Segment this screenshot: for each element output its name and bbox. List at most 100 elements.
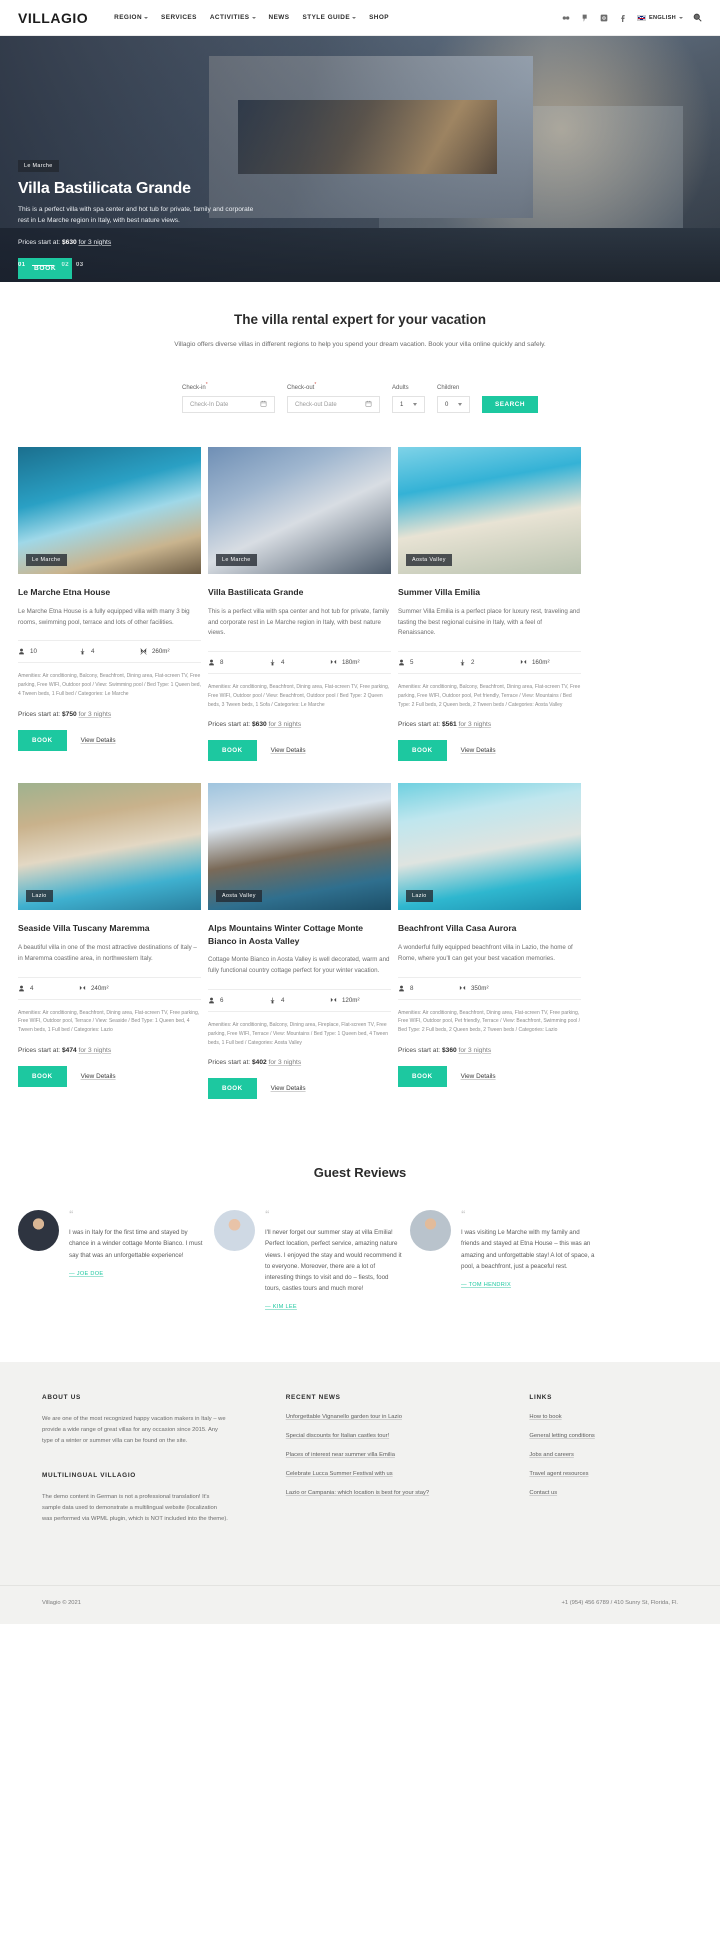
view-details-link[interactable]: View Details (81, 1073, 116, 1080)
hero-book-button[interactable]: BOOK (18, 257, 73, 279)
villa-actions: BOOK View Details (208, 1078, 391, 1100)
villa-card: Le Marche Le Marche Etna House Le Marche… (18, 447, 201, 751)
language-label: ENGLISH (649, 14, 676, 21)
view-details-link[interactable]: View Details (271, 747, 306, 754)
villa-description: Cottage Monte Bianco in Aosta Valley is … (208, 956, 390, 975)
checkin-input[interactable]: Check-In Date (182, 396, 275, 414)
footer-link[interactable]: How to book (529, 1414, 678, 1420)
nav-item-style-guide[interactable]: STYLE GUIDE (303, 14, 357, 21)
flickr-icon[interactable] (561, 13, 571, 23)
checkout-input[interactable]: Check-out Date (287, 396, 380, 414)
language-selector[interactable]: ENGLISH (637, 14, 683, 21)
book-button[interactable]: BOOK (208, 740, 257, 762)
villa-region-badge: Aosta Valley (406, 554, 452, 567)
footer-news-heading: RECENT NEWS (285, 1394, 341, 1402)
villa-image[interactable]: Le Marche (208, 447, 391, 575)
person-icon (209, 659, 214, 666)
villa-price: Prices start at: $360 for 3 nights (398, 1047, 581, 1054)
nav-item-services[interactable]: SERVICES (161, 14, 197, 21)
hero-slide-01[interactable]: 01 (18, 262, 25, 268)
nav-item-news[interactable]: NEWS (269, 14, 290, 21)
search-icon[interactable] (692, 13, 702, 23)
villa-image[interactable]: Lazio (18, 783, 201, 911)
villa-region-badge: Le Marche (26, 554, 67, 567)
villa-specs: 8 4 180m² (208, 651, 391, 675)
villa-description: Summer Villa Emilia is a perfect place f… (398, 607, 580, 637)
spec-area-value: 350m² (470, 984, 489, 992)
villa-listing: Le Marche Le Marche Etna House Le Marche… (0, 447, 720, 1140)
book-button[interactable]: BOOK (18, 729, 67, 751)
footer-bottom-bar: Villagio © 2021 +1 (954) 456 6789 / 410 … (0, 1584, 720, 1624)
spec-beds-value: 4 (280, 997, 285, 1005)
villa-title[interactable]: Seaside Villa Tuscany Maremma (18, 922, 201, 934)
hero-slide-02[interactable]: 02 (61, 262, 68, 268)
footer-link[interactable]: Travel agent resources (529, 1471, 678, 1477)
footer-news-link[interactable]: Places of interest near summer villa Emi… (286, 1452, 530, 1458)
villa-title[interactable]: Summer Villa Emilia (398, 586, 581, 598)
hero-price-value: $630 (61, 238, 77, 246)
villa-title[interactable]: Alps Mountains Winter Cottage Monte Bian… (208, 922, 391, 947)
adults-select[interactable]: 1 (392, 396, 425, 414)
footer-news-link[interactable]: Lazio or Campania: which location is bes… (286, 1490, 530, 1496)
footer-link[interactable]: Jobs and careers (529, 1452, 678, 1458)
review-author[interactable]: — KIM LEE (265, 1304, 402, 1310)
main-nav: REGION SERVICES ACTIVITIES NEWS STYLE GU… (114, 14, 389, 21)
view-details-link[interactable]: View Details (461, 747, 496, 754)
villa-amenities: Amenities: Air conditioning, Balcony, Be… (398, 684, 581, 708)
pinterest-icon[interactable] (580, 13, 590, 23)
hero-description: This is a perfect villa with spa center … (18, 206, 254, 224)
spec-beds-value: 4 (90, 648, 95, 656)
villa-price: Prices start at: $630 for 3 nights (208, 721, 391, 728)
price-prefix: Prices start at: (398, 721, 441, 729)
instagram-icon[interactable] (599, 13, 609, 23)
footer-news-link[interactable]: Unforgettable Vignanello garden tour in … (286, 1414, 530, 1420)
villa-image[interactable]: Aosta Valley (398, 447, 581, 575)
footer-news-link[interactable]: Celebrate Lucca Summer Festival with us (286, 1471, 530, 1477)
footer-links-column: LINKS How to book General letting condit… (529, 1394, 678, 1524)
checkout-group: Check-out* Check-out Date (287, 382, 380, 414)
footer-news-link[interactable]: Special discounts for Italian castles to… (286, 1433, 530, 1439)
price-suffix: for 3 nights (78, 1046, 112, 1054)
hero-price: Prices start at: $630 for 3 nights (18, 239, 318, 246)
villa-specs: 5 2 160m² (398, 651, 581, 675)
view-details-link[interactable]: View Details (271, 1085, 306, 1092)
price-prefix: Prices start at: (398, 1046, 441, 1054)
view-details-link[interactable]: View Details (81, 737, 116, 744)
footer-link[interactable]: Contact us (529, 1490, 678, 1496)
nav-item-shop[interactable]: SHOP (369, 14, 389, 21)
avatar (410, 1210, 451, 1252)
villa-title[interactable]: Beachfront Villa Casa Aurora (398, 922, 581, 934)
spec-guests: 4 (18, 985, 79, 992)
book-button[interactable]: BOOK (398, 1065, 447, 1087)
search-button[interactable]: SEARCH (482, 396, 538, 414)
villa-title[interactable]: Villa Bastilicata Grande (208, 586, 391, 598)
area-icon (520, 660, 527, 665)
villa-image[interactable]: Lazio (398, 783, 581, 911)
nav-item-activities[interactable]: ACTIVITIES (210, 14, 256, 21)
review-author[interactable]: — JOE DOE (69, 1271, 206, 1277)
view-details-link[interactable]: View Details (461, 1073, 496, 1080)
villa-amenities: Amenities: Air conditioning, Balcony, Di… (208, 1022, 389, 1046)
hero-slide-03[interactable]: 03 (76, 262, 83, 268)
reviews-row: “ I was in Italy for the first time and … (18, 1210, 702, 1310)
nav-item-region[interactable]: REGION (114, 14, 149, 21)
review-item: “ I was visiting Le Marche with my famil… (410, 1210, 598, 1310)
children-select[interactable]: 0 (437, 396, 470, 414)
book-button[interactable]: BOOK (208, 1078, 257, 1100)
spec-beds: 4 (269, 659, 330, 666)
site-logo[interactable]: VILLAGIO (18, 10, 88, 26)
spec-area-value: 260m² (151, 648, 170, 656)
bed-icon (270, 997, 275, 1004)
book-button[interactable]: BOOK (398, 740, 447, 762)
villa-card: Lazio Seaside Villa Tuscany Maremma A be… (18, 783, 201, 1087)
book-button[interactable]: BOOK (18, 1065, 67, 1087)
spec-area: 120m² (330, 997, 391, 1004)
villa-image[interactable]: Aosta Valley (208, 783, 391, 911)
review-author[interactable]: — TOM HENDRIX (461, 1282, 598, 1288)
footer-link[interactable]: General letting conditions (529, 1433, 678, 1439)
facebook-icon[interactable] (618, 13, 628, 23)
header-utilities: ENGLISH (561, 13, 702, 23)
review-text: I was in Italy for the first time and st… (69, 1229, 203, 1259)
villa-image[interactable]: Le Marche (18, 447, 201, 575)
villa-title[interactable]: Le Marche Etna House (18, 586, 201, 598)
